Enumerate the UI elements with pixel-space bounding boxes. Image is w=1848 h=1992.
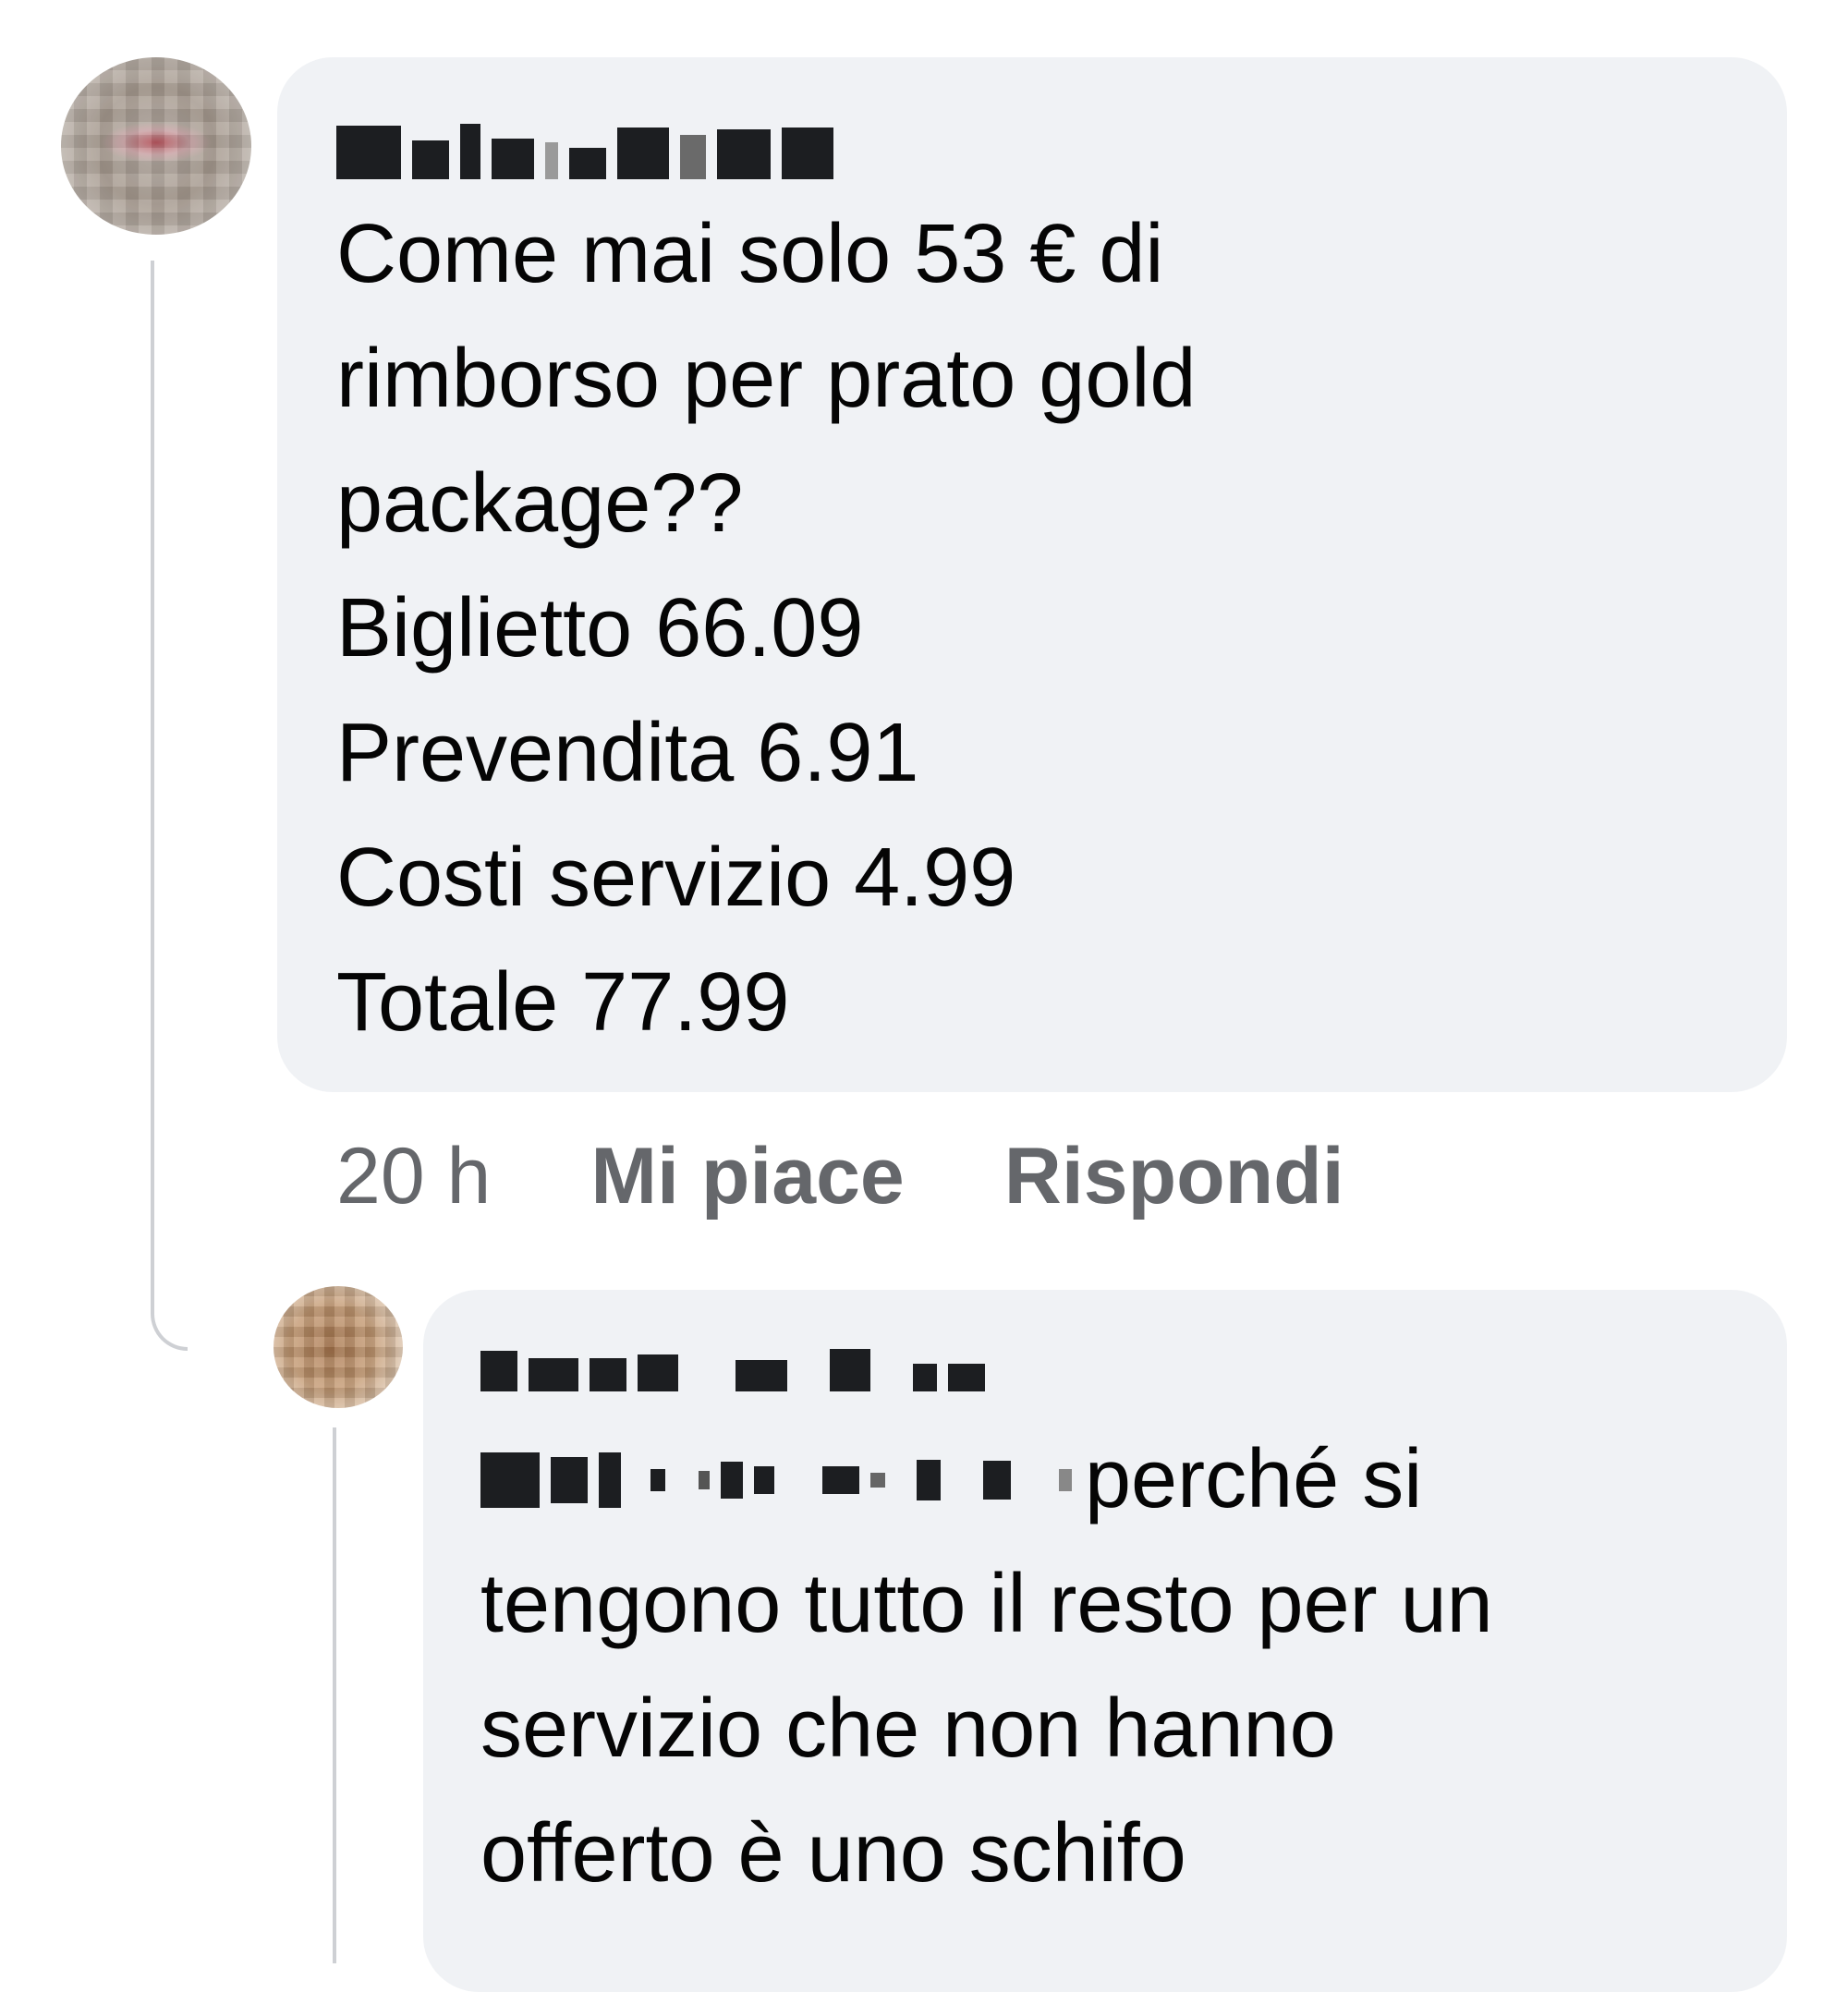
reply-line: offerto è uno schifo [480,1807,1186,1900]
comment-line: package?? [336,457,744,550]
reply-thread-line [333,1427,336,1963]
comment-line: Prevendita 6.91 [336,707,919,799]
comment-text: Come mai solo 53 € di rimborso per prato… [336,192,1728,1065]
comment-line: Biglietto 66.09 [336,582,864,674]
like-button[interactable]: Mi piace [590,1125,904,1227]
replier-avatar[interactable] [274,1286,403,1408]
reply-line: tengono tutto il resto per un [480,1558,1493,1650]
replier-name-redacted[interactable] [480,1332,1730,1391]
comment-bubble: Come mai solo 53 € di rimborso per prato… [277,57,1787,1092]
comment-actions: 20 h Mi piace Rispondi [336,1125,1444,1227]
comment-line: Totale 77.99 [336,956,790,1049]
comment-line: rimborso per prato gold [336,333,1197,425]
reply-line: servizio che non hanno [480,1682,1336,1775]
reply-button[interactable]: Rispondi [1004,1125,1344,1227]
commenter-name-redacted[interactable] [336,102,1728,179]
comment-timestamp[interactable]: 20 h [336,1125,491,1227]
reply-first-line: perché si [480,1417,1730,1542]
reply-line: perché si [1085,1433,1423,1525]
thread-connector-line [151,261,188,1351]
comment-line: Come mai solo 53 € di [336,208,1164,300]
mentioned-name-redacted[interactable] [480,1448,1072,1512]
commenter-avatar[interactable] [61,57,251,235]
comment-line: Costi servizio 4.99 [336,832,1016,924]
reply-bubble: perché si tengono tutto il resto per un … [423,1290,1787,1992]
